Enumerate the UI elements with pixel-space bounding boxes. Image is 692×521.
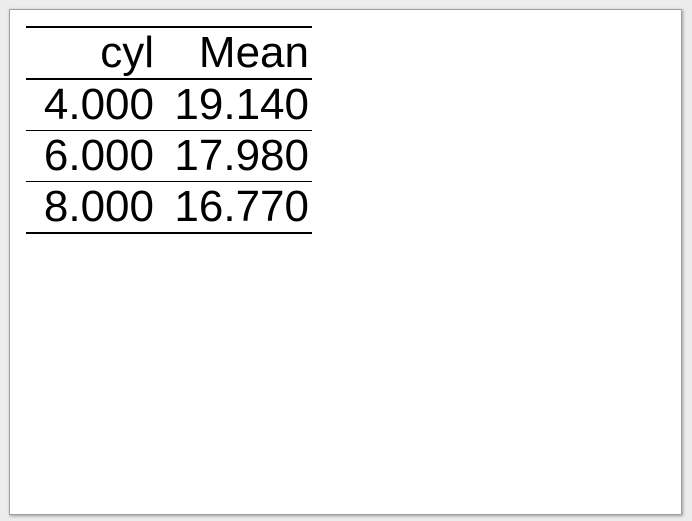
table-row: 8.000 16.770 (26, 182, 312, 233)
cell-cyl: 8.000 (43, 182, 154, 231)
cell-cyl: 4.000 (43, 80, 154, 129)
cell-mean: 16.770 (174, 182, 309, 231)
cell-mean: 17.980 (174, 131, 309, 180)
header-mean: Mean (198, 28, 309, 77)
cell-cyl: 6.000 (43, 131, 154, 180)
table-row: 6.000 17.980 (26, 131, 312, 182)
document-page: cyl Mean 4.000 19.140 6.000 17.980 8.000… (9, 9, 682, 515)
table-row: 4.000 19.140 (26, 79, 312, 131)
header-cyl: cyl (100, 28, 154, 77)
cell-mean: 19.140 (174, 80, 309, 129)
table-header-row: cyl Mean (26, 27, 312, 79)
summary-table: cyl Mean 4.000 19.140 6.000 17.980 8.000… (26, 26, 312, 234)
